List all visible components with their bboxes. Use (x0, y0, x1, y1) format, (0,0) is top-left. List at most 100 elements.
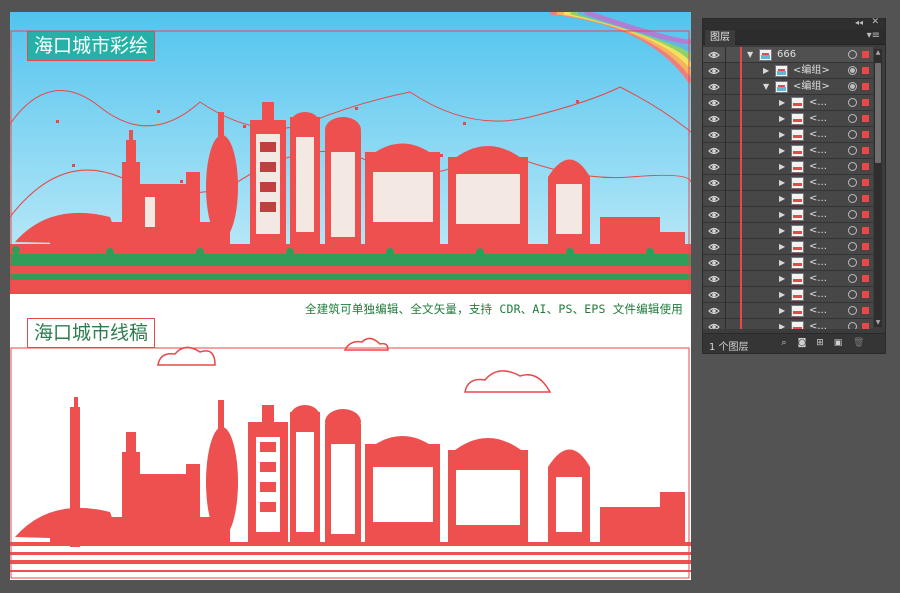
selection-indicator-icon[interactable] (862, 51, 869, 58)
layer-name[interactable]: <... (809, 273, 827, 285)
disclosure-closed-icon[interactable]: ▶ (779, 274, 785, 284)
disclosure-closed-icon[interactable]: ▶ (779, 242, 785, 252)
lock-column[interactable] (725, 191, 726, 207)
selection-indicator-icon[interactable] (862, 83, 869, 90)
disclosure-closed-icon[interactable]: ▶ (779, 290, 785, 300)
layer-row[interactable]: ▼ 666 (703, 47, 873, 63)
layer-name[interactable]: <... (809, 161, 827, 173)
layer-name[interactable]: <... (809, 289, 827, 301)
visibility-eye-icon[interactable] (708, 114, 720, 124)
panel-titlebar[interactable]: ◂◂ ✕ (703, 17, 885, 29)
layer-row[interactable]: ▶ <... (703, 239, 873, 255)
lock-column[interactable] (725, 239, 726, 255)
layer-row[interactable]: ▶ <... (703, 95, 873, 111)
layer-row[interactable]: ▶ <... (703, 159, 873, 175)
visibility-eye-icon[interactable] (708, 258, 720, 268)
visibility-eye-icon[interactable] (708, 226, 720, 236)
layer-row[interactable]: ▶ <... (703, 319, 873, 329)
target-circle-icon[interactable] (848, 178, 857, 187)
visibility-eye-icon[interactable] (708, 66, 720, 76)
close-panel-icon[interactable]: ✕ (871, 17, 879, 27)
selection-indicator-icon[interactable] (862, 291, 869, 298)
visibility-eye-icon[interactable] (708, 306, 720, 316)
selection-indicator-icon[interactable] (862, 307, 869, 314)
target-circle-icon[interactable] (848, 50, 857, 59)
selection-indicator-icon[interactable] (862, 179, 869, 186)
layer-name[interactable]: <... (809, 145, 827, 157)
scroll-up-icon[interactable]: ▲ (874, 49, 882, 57)
selection-indicator-icon[interactable] (862, 67, 869, 74)
title-color-illustration[interactable]: 海口城市彩绘 (27, 31, 156, 61)
lock-column[interactable] (725, 175, 726, 191)
layer-name[interactable]: <... (809, 257, 827, 269)
visibility-eye-icon[interactable] (708, 290, 720, 300)
lock-column[interactable] (725, 223, 726, 239)
layer-name[interactable]: <... (809, 209, 827, 221)
artboard[interactable]: 海口城市彩绘 海口城市线稿 全建筑可单独编辑、全文矢量，支持 CDR、AI、PS… (10, 12, 691, 580)
selection-indicator-icon[interactable] (862, 163, 869, 170)
lock-column[interactable] (725, 143, 726, 159)
selection-indicator-icon[interactable] (862, 131, 869, 138)
disclosure-closed-icon[interactable]: ▶ (763, 66, 769, 76)
layer-name[interactable]: <编组> (793, 65, 830, 77)
disclosure-open-icon[interactable]: ▼ (747, 50, 753, 60)
disclosure-open-icon[interactable]: ▼ (763, 82, 769, 92)
target-circle-icon[interactable] (848, 242, 857, 251)
layer-name[interactable]: <编组> (793, 81, 830, 93)
target-circle-icon[interactable] (848, 210, 857, 219)
disclosure-closed-icon[interactable]: ▶ (779, 114, 785, 124)
layer-row[interactable]: ▶ <... (703, 271, 873, 287)
target-circle-icon[interactable] (848, 322, 857, 329)
tagline-text[interactable]: 全建筑可单独编辑、全文矢量，支持 CDR、AI、PS、EPS 文件编辑使用 (305, 301, 683, 317)
layer-name[interactable]: <... (809, 241, 827, 253)
layer-row[interactable]: ▶ <... (703, 175, 873, 191)
lock-column[interactable] (725, 255, 726, 271)
layer-row[interactable]: ▶ <... (703, 207, 873, 223)
layer-row[interactable]: ▼ <编组> (703, 79, 873, 95)
layer-row[interactable]: ▶ <... (703, 303, 873, 319)
visibility-eye-icon[interactable] (708, 274, 720, 284)
target-circle-icon[interactable] (848, 306, 857, 315)
target-circle-icon[interactable] (848, 290, 857, 299)
target-circle-icon[interactable] (848, 114, 857, 123)
delete-layer-icon[interactable]: 🗑 (853, 339, 864, 348)
target-circle-icon[interactable] (848, 226, 857, 235)
layer-name[interactable]: <... (809, 193, 827, 205)
panel-menu-icon[interactable]: ▾≡ (867, 31, 880, 41)
locate-object-icon[interactable]: ⌕ (779, 339, 789, 348)
layer-name[interactable]: <... (809, 305, 827, 317)
disclosure-closed-icon[interactable]: ▶ (779, 258, 785, 268)
layer-row[interactable]: ▶ <... (703, 111, 873, 127)
lock-column[interactable] (725, 319, 726, 329)
layer-row[interactable]: ▶ <... (703, 255, 873, 271)
disclosure-closed-icon[interactable]: ▶ (779, 162, 785, 172)
collapse-panel-icon[interactable]: ◂◂ (855, 18, 863, 27)
lock-column[interactable] (725, 79, 726, 95)
lock-column[interactable] (725, 207, 726, 223)
layer-row[interactable]: ▶ <... (703, 127, 873, 143)
visibility-eye-icon[interactable] (708, 178, 720, 188)
lock-column[interactable] (725, 271, 726, 287)
target-circle-icon[interactable] (848, 82, 857, 91)
layer-name[interactable]: <... (809, 321, 827, 329)
disclosure-closed-icon[interactable]: ▶ (779, 130, 785, 140)
lock-column[interactable] (725, 159, 726, 175)
target-circle-icon[interactable] (848, 162, 857, 171)
layer-row[interactable]: ▶ <... (703, 223, 873, 239)
target-circle-icon[interactable] (848, 66, 857, 75)
target-circle-icon[interactable] (848, 194, 857, 203)
disclosure-closed-icon[interactable]: ▶ (779, 306, 785, 316)
selection-indicator-icon[interactable] (862, 211, 869, 218)
target-circle-icon[interactable] (848, 274, 857, 283)
disclosure-closed-icon[interactable]: ▶ (779, 178, 785, 188)
scrollbar-thumb[interactable] (875, 63, 881, 163)
selection-indicator-icon[interactable] (862, 227, 869, 234)
target-circle-icon[interactable] (848, 98, 857, 107)
visibility-eye-icon[interactable] (708, 130, 720, 140)
target-circle-icon[interactable] (848, 258, 857, 267)
target-circle-icon[interactable] (848, 130, 857, 139)
visibility-eye-icon[interactable] (708, 50, 720, 60)
visibility-eye-icon[interactable] (708, 98, 720, 108)
lock-column[interactable] (725, 95, 726, 111)
lock-column[interactable] (725, 111, 726, 127)
